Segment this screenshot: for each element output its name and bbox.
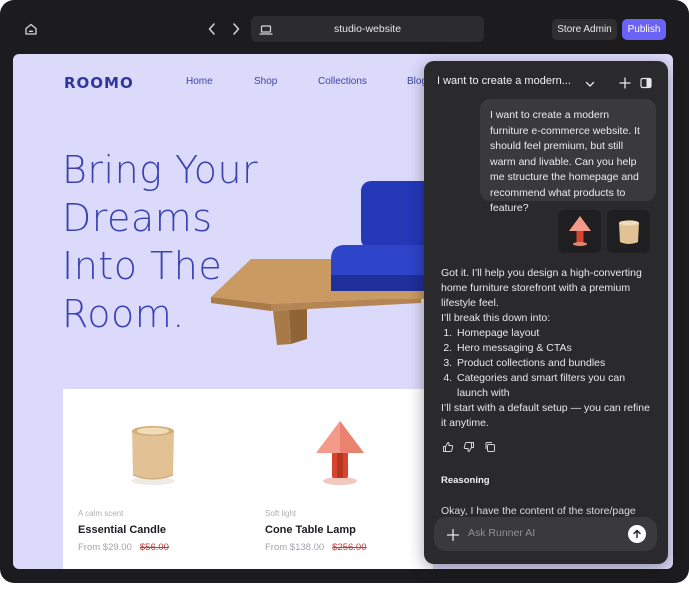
nav-shop[interactable]: Shop	[254, 76, 277, 87]
address-bar[interactable]: studio-website	[251, 16, 484, 42]
laptop-icon	[259, 22, 273, 36]
product-grid: A calm scent Essential Candle From $29.0…	[63, 389, 433, 569]
nav-collections[interactable]: Collections	[318, 76, 367, 87]
list-item: Homepage layout	[455, 326, 656, 341]
attachment-thumbnail[interactable]	[558, 210, 601, 253]
reply-break: I’ll break this down into:	[441, 312, 551, 324]
publish-button[interactable]: Publish	[622, 19, 666, 40]
chat-composer[interactable]: Ask Runner AI	[434, 517, 657, 551]
price-current: From $138.00	[265, 542, 325, 553]
product-card[interactable]: A calm scent Essential Candle From $29.0…	[63, 389, 238, 569]
plus-icon[interactable]	[619, 74, 631, 89]
plus-icon[interactable]	[446, 527, 460, 542]
product-name[interactable]: Cone Table Lamp	[265, 524, 356, 536]
hero-sofa-image	[211, 181, 441, 345]
send-icon[interactable]	[628, 525, 646, 543]
lamp-thumbnail-image	[568, 215, 591, 246]
site-logo[interactable]: ROOMO	[64, 74, 134, 92]
assistant-message: Got it. I’ll help you design a high-conv…	[441, 266, 656, 431]
address-text: studio-website	[333, 23, 402, 35]
price-current: From $29.00	[78, 542, 132, 553]
message-actions	[441, 440, 497, 454]
candle-image	[131, 426, 175, 485]
chat-input[interactable]: Ask Runner AI	[468, 527, 535, 539]
chat-title[interactable]: I want to create a modern...	[437, 75, 571, 87]
product-name[interactable]: Essential Candle	[78, 524, 166, 536]
chevron-down-icon[interactable]	[584, 75, 596, 87]
product-kicker: A calm scent	[78, 509, 124, 518]
chevron-left-icon[interactable]	[203, 19, 221, 39]
reply-intro: Got it. I’ll help you design a high-conv…	[441, 267, 642, 309]
thumbs-up-icon[interactable]	[441, 440, 455, 454]
list-item: Categories and smart filters you can lau…	[455, 371, 656, 401]
product-price: From $29.00 $56.00	[78, 542, 169, 553]
home-icon[interactable]	[18, 17, 44, 41]
user-message: I want to create a modern furniture e-co…	[480, 99, 656, 214]
copy-icon[interactable]	[483, 440, 497, 454]
reasoning-text: Okay, I have the content of the store/pa…	[441, 505, 636, 517]
list-item: Product collections and bundles	[455, 356, 656, 371]
reasoning-label[interactable]: Reasoning	[441, 475, 490, 486]
reply-list: Homepage layout Hero messaging & CTAs Pr…	[455, 326, 656, 401]
price-original: $256.00	[332, 542, 367, 553]
reply-outro: I’ll start with a default setup — you ca…	[441, 402, 650, 429]
product-kicker: Soft light	[265, 509, 297, 518]
panel-icon[interactable]	[640, 74, 652, 89]
app-window: studio-website Store Admin Publish ROOMO…	[0, 0, 689, 583]
ai-chat-panel: I want to create a modern... I want to c…	[424, 61, 668, 564]
price-original: $56.00	[139, 542, 169, 553]
product-price: From $138.00 $256.00	[265, 542, 367, 553]
product-card[interactable]: Soft light Cone Table Lamp From $138.00 $…	[250, 389, 425, 569]
thumbs-down-icon[interactable]	[462, 440, 476, 454]
store-admin-button[interactable]: Store Admin	[552, 19, 617, 40]
attachment-thumbnail[interactable]	[607, 210, 650, 253]
chevron-right-icon[interactable]	[227, 19, 245, 39]
candle-thumbnail-image	[618, 219, 639, 244]
list-item: Hero messaging & CTAs	[455, 341, 656, 356]
nav-home[interactable]: Home	[186, 76, 213, 87]
lamp-image	[316, 421, 364, 485]
